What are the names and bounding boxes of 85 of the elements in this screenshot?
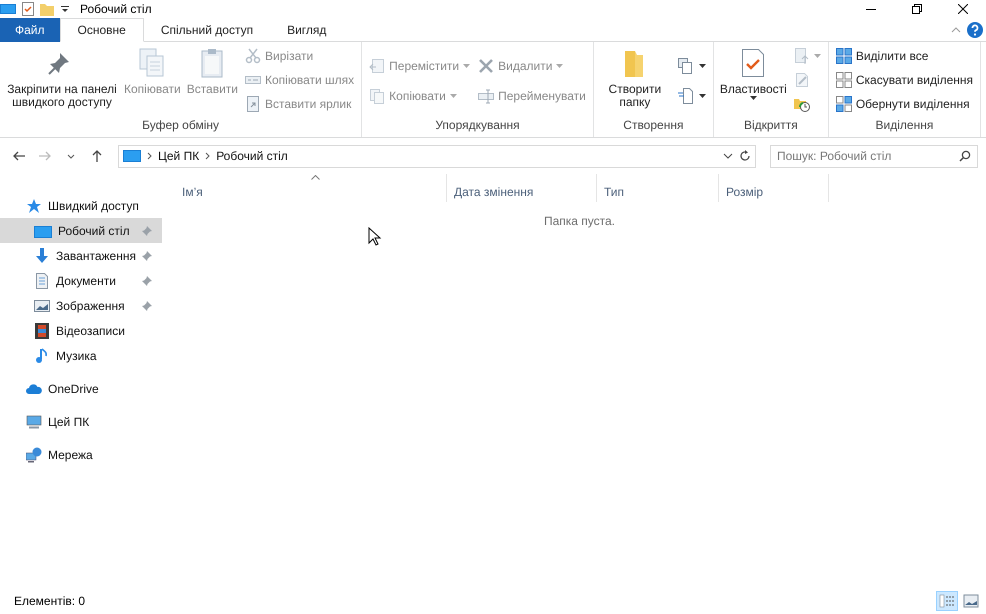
chevron-down-icon[interactable] [723,153,733,159]
sidebar-item[interactable]: Швидкий доступ [0,194,162,218]
new-document-icon [676,86,695,104]
sidebar-item[interactable]: OneDrive [0,377,162,401]
delete-icon [478,58,494,74]
computer-icon [26,414,42,430]
desktop-icon [34,224,52,238]
computer-icon [123,149,141,163]
breadcrumb[interactable]: Робочий стіл [216,147,288,165]
ribbon-button[interactable]: Скасувати виділення [832,69,976,91]
column-header[interactable]: Ім’я [175,174,447,202]
shortcut-icon [245,96,262,112]
chevron-right-icon [205,152,210,160]
copy-icon [369,88,386,104]
cursor-icon [368,227,382,247]
sidebar-item[interactable]: Мережа [0,443,162,467]
close-icon[interactable] [958,4,968,14]
invert-selection-icon [836,96,852,112]
column-header[interactable]: Дата змінення [447,174,597,202]
chevron-up-icon[interactable] [951,26,961,32]
sidebar-item[interactable]: Завантаження [0,243,162,268]
status-text: Елементів: 0 [14,593,86,610]
network-icon [26,447,42,463]
film-icon [34,322,50,338]
move-icon [369,58,386,74]
address-bar[interactable]: Цей ПК Робочий стіл [118,144,756,168]
caret-icon [698,94,706,98]
column-header[interactable]: Розмір [719,174,829,202]
group-label: Відкриття [742,117,799,134]
select-none-icon [836,72,852,88]
computer-icon [0,3,16,15]
ribbon-button[interactable]: Виділити все [832,45,976,67]
open-icon [794,48,810,64]
empty-message: Папка пуста. [542,213,616,230]
window-title: Робочий стіл [80,1,152,18]
column-header[interactable]: Тип [597,174,719,202]
caret-icon [556,64,564,68]
up-icon[interactable] [90,149,104,163]
sort-caret-icon [310,175,320,180]
ribbon-tab[interactable]: Спільний доступ [144,18,270,42]
file-tab[interactable]: Файл [0,18,60,42]
help-icon[interactable] [967,22,983,38]
back-icon[interactable] [12,149,26,163]
sidebar-item[interactable]: Цей ПК [0,410,162,434]
music-icon [34,348,50,364]
caret-icon [750,96,757,100]
sidebar-item[interactable]: Відеозаписи [0,318,162,343]
image-icon [34,298,50,314]
sidebar-item[interactable]: Зображення [0,293,162,318]
history-icon [794,96,810,112]
caret-icon [463,64,470,68]
ribbon-button[interactable]: Закріпити на панелі швидкого доступу [4,45,120,115]
sidebar-item[interactable]: Музика [0,343,162,368]
select-all-icon [836,48,852,64]
ribbon-tab[interactable]: Вигляд [270,18,344,42]
group-label: Буфер обміну [141,117,220,134]
sidebar-item[interactable]: Робочий стіл [0,218,162,243]
large-icons-view-icon[interactable] [963,593,979,609]
search-icon[interactable] [959,150,971,162]
restore-icon[interactable] [912,4,922,14]
group-label: Створення [622,117,684,134]
refresh-icon[interactable] [739,149,751,163]
new-item-icon [676,56,695,74]
scissors-icon [245,48,262,64]
search-field[interactable]: Пошук: Робочий стіл [770,144,978,168]
rename-icon [478,88,494,104]
star-icon [26,198,42,214]
download-icon [34,248,50,264]
caret-icon [698,64,706,68]
sidebar-item[interactable]: Документи [0,268,162,293]
chevron-right-icon [147,152,152,160]
ribbon-button[interactable]: Обернути виділення [832,93,976,115]
edit-icon [794,72,810,88]
document-icon [34,272,50,288]
caret-icon [450,94,457,98]
ribbon-tab[interactable]: Основне [60,18,144,42]
group-label: Упорядкування [434,117,521,134]
caret-icon [814,54,821,58]
details-view-icon[interactable] [939,593,955,609]
ribbon-button[interactable]: Властивості [718,45,789,115]
group-label: Виділення [874,117,934,134]
ribbon-button[interactable]: Створити папку [598,45,672,115]
breadcrumb[interactable]: Цей ПК [158,147,200,165]
properties-icon[interactable] [22,2,34,16]
caret-icon[interactable] [60,4,70,14]
